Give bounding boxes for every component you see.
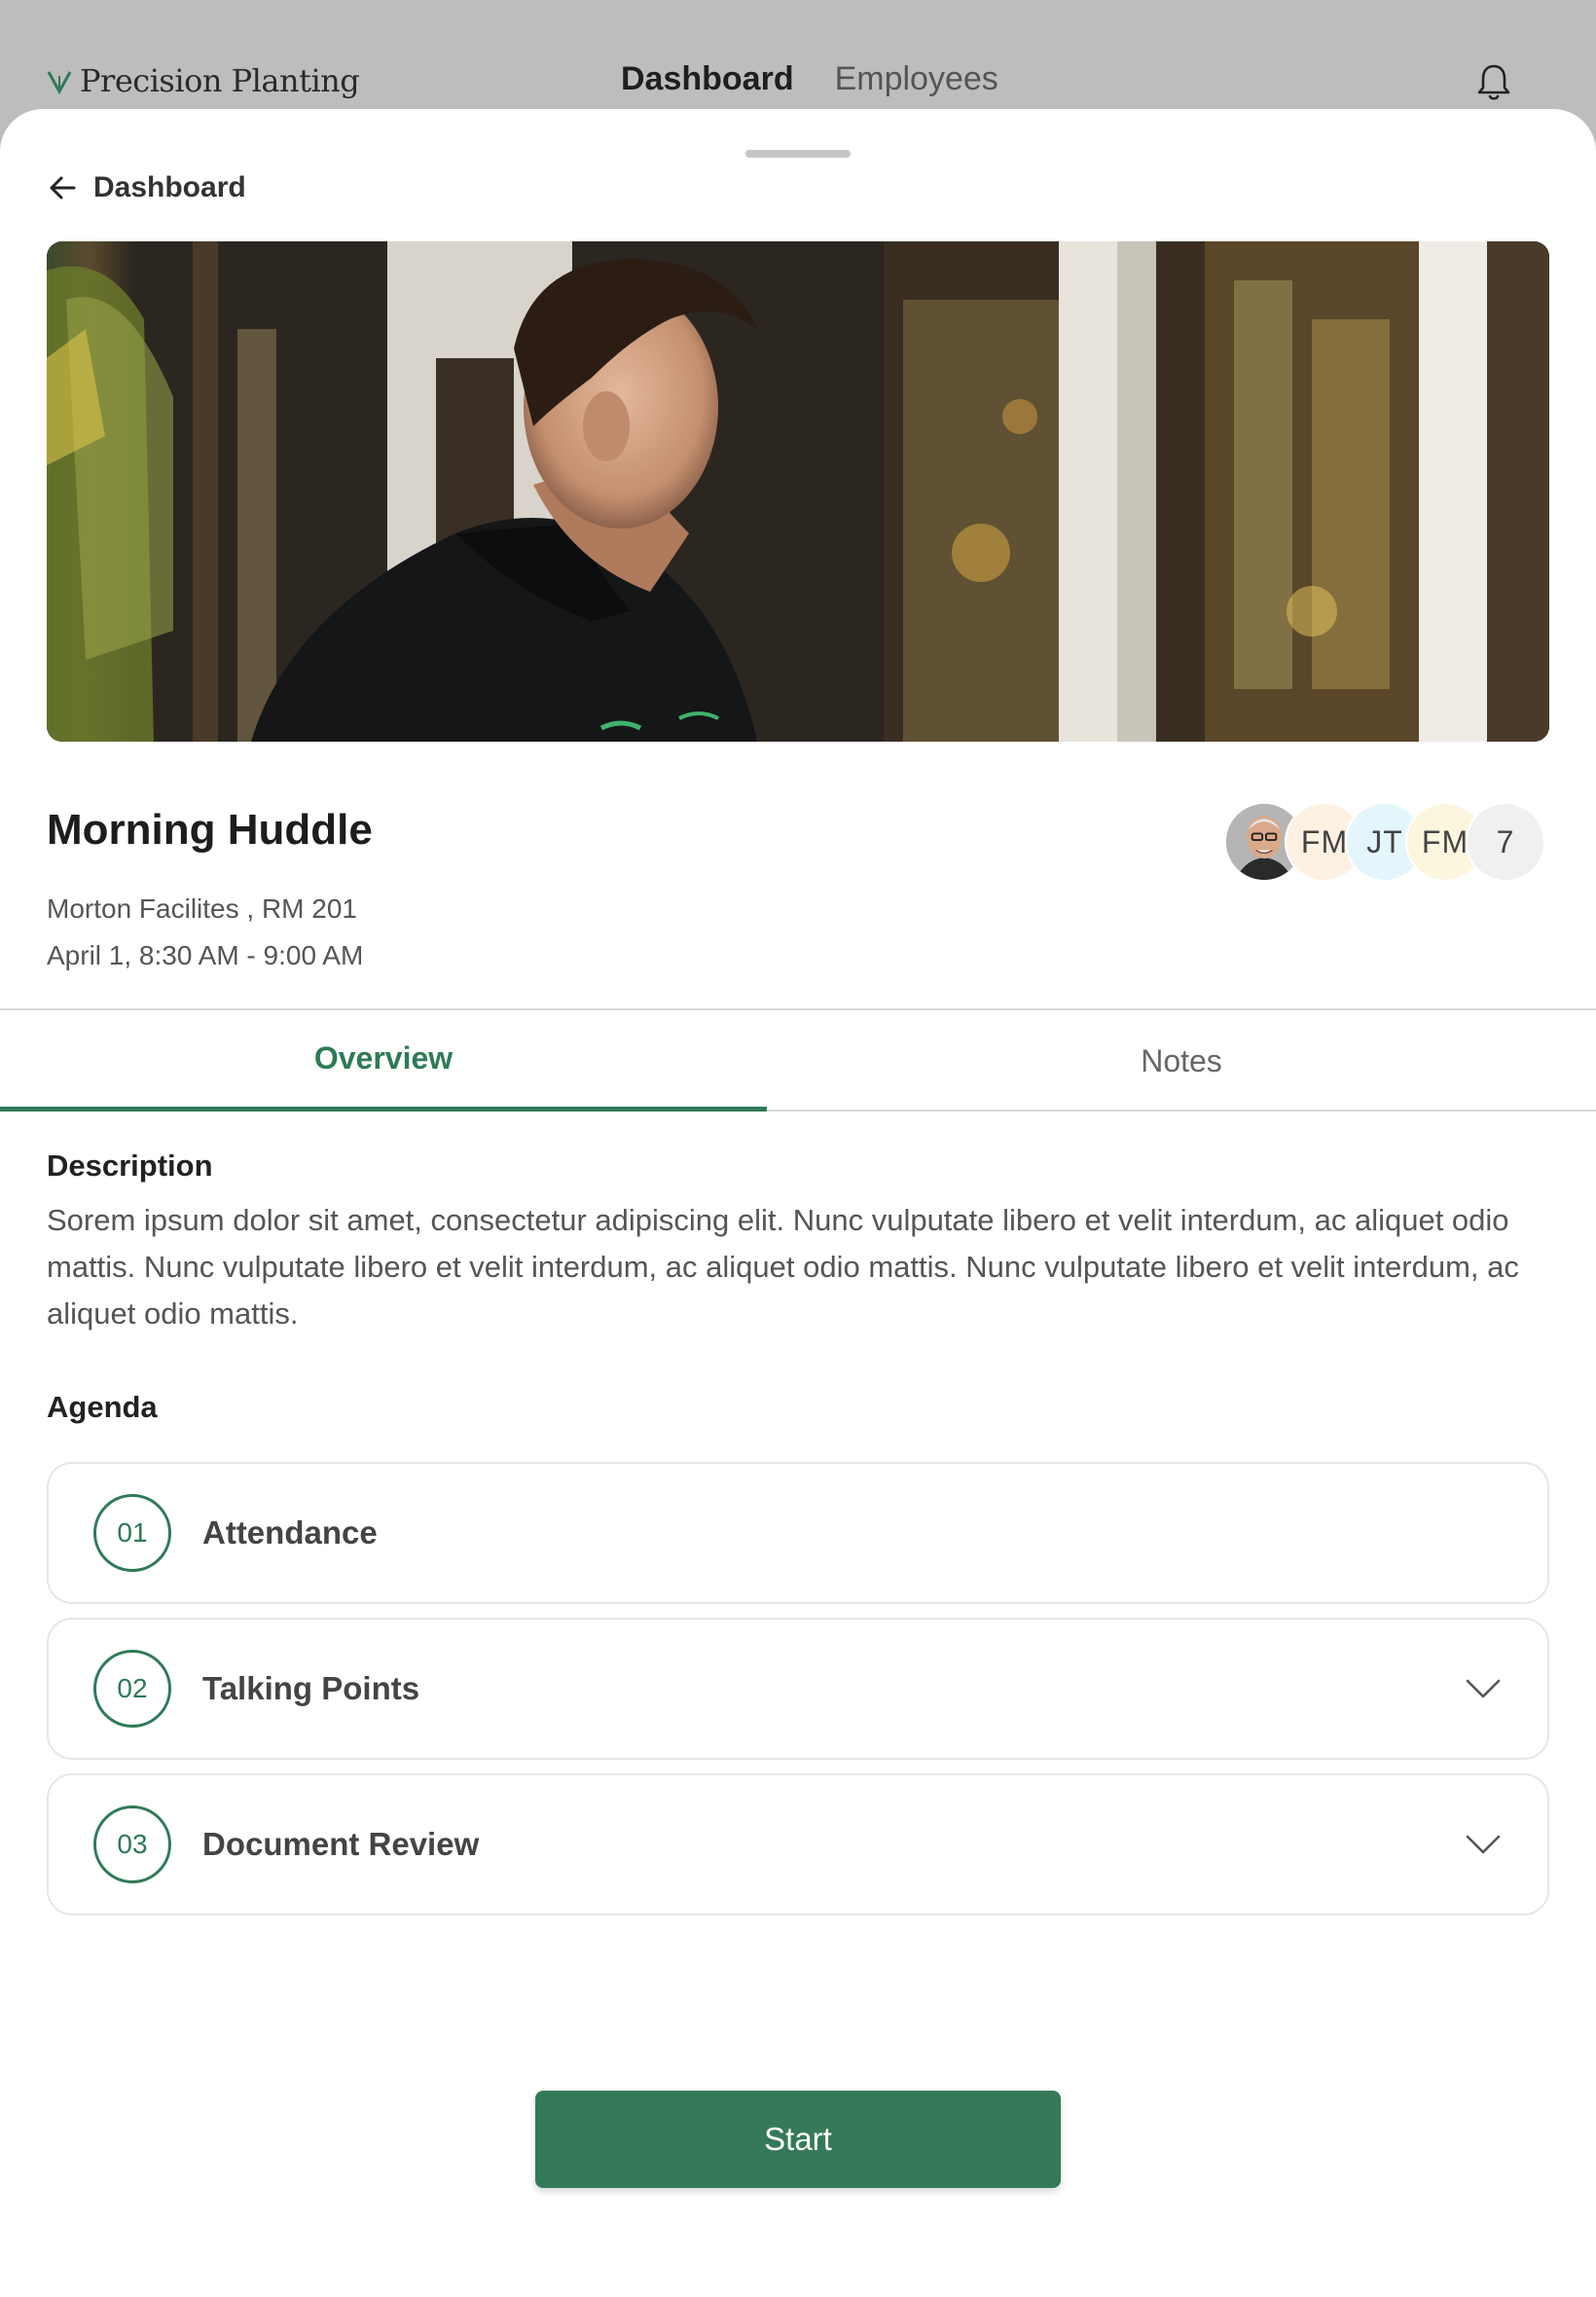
nav-dashboard[interactable]: Dashboard — [621, 60, 794, 98]
back-link[interactable]: Dashboard — [47, 171, 246, 204]
agenda-item-attendance[interactable]: 01 Attendance — [47, 1462, 1549, 1604]
bell-icon[interactable] — [1471, 60, 1516, 105]
agenda-item-label: Document Review — [202, 1826, 480, 1862]
chevron-down-icon[interactable] — [1464, 1671, 1503, 1706]
logo-leaf-icon — [47, 71, 72, 95]
description-label: Description — [47, 1148, 213, 1183]
tab-overview[interactable]: Overview — [0, 1010, 767, 1112]
agenda-number: 03 — [93, 1805, 171, 1883]
meeting-title: Morning Huddle — [47, 806, 373, 854]
top-nav: Precision Planting Dashboard Employees — [0, 0, 1596, 109]
hero-photo — [47, 241, 1549, 742]
agenda-list: 01 Attendance 02 Talking Points 03 Docum… — [47, 1462, 1549, 1929]
agenda-item-document-review[interactable]: 03 Document Review — [47, 1773, 1549, 1915]
agenda-label: Agenda — [47, 1390, 158, 1424]
description-text: Sorem ipsum dolor sit amet, consectetur … — [47, 1203, 1519, 1331]
tab-notes[interactable]: Notes — [767, 1010, 1596, 1112]
arrow-left-icon — [50, 176, 76, 200]
agenda-item-label: Talking Points — [202, 1670, 420, 1706]
meeting-location: Morton Facilites , RM 201 — [47, 893, 357, 924]
divider — [767, 1110, 1596, 1112]
back-label: Dashboard — [93, 171, 246, 203]
agenda-item-talking-points[interactable]: 02 Talking Points — [47, 1618, 1549, 1760]
nav-employees[interactable]: Employees — [835, 60, 998, 98]
start-button[interactable]: Start — [535, 2091, 1061, 2188]
hero-illustration — [47, 241, 1549, 742]
tab-bar: Overview Notes — [0, 1010, 1596, 1112]
attendee-avatars[interactable]: FM JT FM 7 — [1224, 802, 1545, 882]
logo-text: Precision Planting — [80, 62, 360, 99]
logo[interactable]: Precision Planting — [45, 62, 360, 99]
main-nav: Dashboard Employees — [621, 60, 998, 98]
meeting-time: April 1, 8:30 AM - 9:00 AM — [47, 940, 364, 970]
agenda-number: 01 — [93, 1494, 171, 1572]
drag-handle[interactable] — [745, 150, 851, 158]
meeting-sheet: Dashboard Morning Huddle FM JT FM 7 Mort… — [0, 109, 1596, 2297]
attendee-count[interactable]: 7 — [1466, 802, 1545, 882]
chevron-down-icon[interactable] — [1464, 1827, 1503, 1862]
agenda-number: 02 — [93, 1650, 171, 1728]
agenda-item-label: Attendance — [202, 1514, 378, 1550]
